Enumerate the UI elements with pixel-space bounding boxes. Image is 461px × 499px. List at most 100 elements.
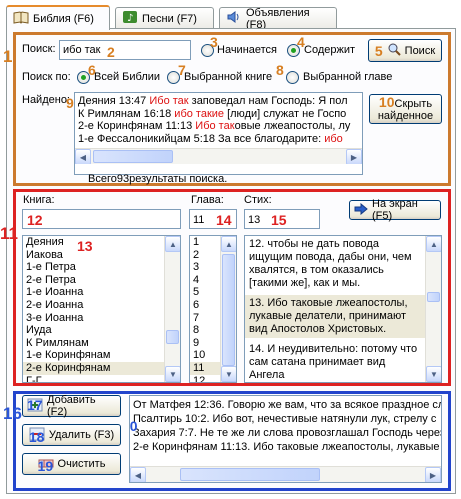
book-list-item[interactable]: Деяния [23, 236, 180, 249]
book-label: Книга: [23, 194, 55, 206]
result-row[interactable]: 1-е Фессалоникийцам 5:18 За все благодар… [75, 131, 362, 145]
marker-10: 10 [378, 94, 395, 110]
results-list[interactable]: Деяния 13:47 Ибо так заповедал нам Госпо… [74, 92, 363, 175]
marker-17: 17 [27, 396, 43, 413]
to-screen-label: На экран (F5) [372, 198, 418, 222]
tab-songs-label: Песни (F7) [142, 12, 197, 25]
book-list-item[interactable]: 1-е Иоанна [23, 286, 180, 299]
book-list-item[interactable]: Иакова [23, 249, 180, 262]
results-rows: Деяния 13:47 Ибо так заповедал нам Госпо… [75, 93, 362, 145]
to-screen-button[interactable]: На экран (F5) [349, 198, 441, 222]
scroll-right-button[interactable]: ▶ [346, 149, 362, 165]
magnifier-icon [387, 42, 401, 59]
queue-list-item[interactable]: Захария 7:7. Не те же ли слова провозгла… [130, 426, 441, 440]
delete-button[interactable]: 18 Удалить (F3) [22, 424, 121, 446]
book-scroll-down[interactable]: ▼ [165, 366, 180, 382]
results-hscroll-thumb[interactable] [93, 150, 173, 163]
marker-9: 9 [66, 95, 74, 111]
clear-button[interactable]: 19 Очистить [22, 453, 121, 475]
verse-list-item[interactable]: 14. И неудивительно: потому что сам сата… [245, 341, 425, 382]
queue-list[interactable]: От Матфея 12:36. Говорю же вам, что за в… [129, 395, 442, 483]
add-button[interactable]: 17 Добавить (F2) [22, 394, 121, 418]
tab-bar: Библия (F6) ♪ Песни (F7) Объявления (F8) [6, 5, 456, 31]
marker-14: 14 [216, 212, 232, 228]
result-row[interactable]: Деяния 13:47 Ибо так заповедал нам Госпо… [75, 93, 362, 107]
scope-book-label: Выбранной книге [184, 71, 273, 83]
book-scroll-thumb[interactable] [166, 330, 179, 344]
book-list-item[interactable]: 3-е Иоанна [23, 312, 180, 325]
book-list-item[interactable]: Иуда [23, 324, 180, 337]
book-list-item[interactable]: 1-е Коринфянам [23, 349, 180, 362]
queue-rows: От Матфея 12:36. Говорю же вам, что за в… [130, 396, 441, 454]
chapter-value: 11 [193, 214, 205, 226]
queue-scroll-right[interactable]: ▶ [425, 467, 441, 482]
marker-8: 8 [276, 62, 284, 78]
verse-input[interactable]: 13 15 [244, 209, 320, 229]
queue-hscroll[interactable]: ◀ ▶ [130, 466, 441, 482]
marker-2: 2 [107, 44, 115, 60]
results-hscroll[interactable]: ◀ ▶ [75, 148, 362, 165]
result-row[interactable]: К Римлянам 16:18 ибо такие [люди] служат… [75, 106, 362, 120]
book-list-vscroll[interactable]: ▲ ▼ [164, 236, 180, 382]
chapter-input[interactable]: 11 14 [189, 209, 237, 229]
result-post: [люди] служат не Госпо [224, 107, 347, 120]
chapter-scroll-up[interactable]: ▲ [221, 236, 236, 252]
queue-scroll-thumb[interactable] [180, 468, 320, 481]
book-list[interactable]: Деяния Иакова 1-е Петра 2-е Петра 1-е Иоанна… [22, 235, 181, 383]
chapter-list[interactable]: 1 2 3 4 5 6 7 8 9 10 11 12 ▲ ▼ [189, 235, 237, 383]
search-label: Поиск: [22, 43, 56, 55]
book-list-item[interactable]: 2-е Иоанна [23, 299, 180, 312]
book-input[interactable]: 12 [22, 209, 181, 229]
minus-icon: 18 [28, 427, 45, 445]
hide-results-label-1: 10Скрыть [378, 94, 433, 110]
book-list-item[interactable]: 2-е Петра [23, 274, 180, 287]
add-button-label: Добавить (F2) [47, 394, 96, 418]
search-button[interactable]: 5 Поиск [368, 39, 442, 62]
result-ref: 2-е Коринфянам 11:13 [78, 120, 193, 133]
marker-18: 18 [28, 428, 45, 445]
marker-20: 20 [129, 418, 138, 434]
book-list-item[interactable]: Г-Г [23, 375, 180, 382]
queue-list-item[interactable]: От Матфея 12:36. Говорю же вам, что за в… [130, 398, 441, 412]
verse-scroll-thumb[interactable] [427, 292, 440, 302]
result-row[interactable]: 2-е Коринфянам 11:13 Ибо таковые лжеапос… [75, 118, 362, 133]
verse-rows: 12. чтобы не дать повода ищущим повода, … [245, 236, 441, 382]
marker-19: 19 [37, 457, 54, 474]
book-list-item[interactable]: К Римлянам [23, 337, 180, 350]
scope-label: Поиск по: [22, 71, 71, 83]
chapter-scroll-down[interactable]: ▼ [221, 366, 236, 382]
book-list-item[interactable]: 1-е Петра [23, 261, 180, 274]
tab-songs[interactable]: ♪ Песни (F7) [115, 7, 214, 29]
marker-5: 5 [374, 42, 383, 59]
book-scroll-up[interactable]: ▲ [165, 236, 180, 252]
chapter-list-vscroll[interactable]: ▲ ▼ [220, 236, 236, 382]
verse-scroll-up[interactable]: ▲ [426, 236, 441, 252]
music-icon: ♪ [122, 10, 138, 27]
arrow-right-icon [354, 202, 368, 218]
queue-list-item[interactable]: 2-е Коринфянам 11:13. Ибо таковые лжеапо… [130, 440, 441, 454]
hide-results-line1: Скрыть [394, 98, 433, 110]
tab-announcements-label: Объявления (F8) [246, 6, 310, 31]
speaker-icon [226, 10, 242, 27]
verse-list[interactable]: 12. чтобы не дать повода ищущим повода, … [244, 235, 442, 383]
tab-announcements[interactable]: Объявления (F8) [219, 6, 337, 31]
mode-contains-label: Содержит [304, 44, 356, 56]
queue-list-item[interactable]: Псалтирь 10:2. Ибо вот, нечестивые натян… [130, 412, 441, 426]
verse-scroll-down[interactable]: ▼ [426, 366, 441, 382]
scope-chapter-radio[interactable] [286, 71, 299, 84]
chapter-scroll-thumb[interactable] [222, 254, 235, 366]
verse-list-item[interactable]: 12. чтобы не дать повода ищущим повода, … [245, 236, 425, 292]
plus-icon: 17 [27, 396, 43, 415]
verse-list-vscroll[interactable]: ▲ ▼ [425, 236, 441, 382]
result-post: овые лжеапостолы, лу [234, 120, 351, 133]
verse-list-item[interactable]: 13. Ибо таковые лжеапостолы, лукавые дел… [245, 295, 425, 338]
scroll-left-button[interactable]: ◀ [75, 149, 91, 165]
marker-11: 11 [0, 224, 18, 243]
eraser-icon: 19 [37, 456, 54, 474]
tab-bible[interactable]: Библия (F6) [6, 5, 110, 30]
book-list-item[interactable]: 2-е Коринфянам [23, 361, 180, 375]
search-input[interactable] [59, 40, 191, 60]
hide-results-button[interactable]: 10Скрыть найденное [369, 94, 442, 124]
queue-scroll-left[interactable]: ◀ [130, 467, 146, 482]
marker-1: 1 [3, 47, 13, 66]
